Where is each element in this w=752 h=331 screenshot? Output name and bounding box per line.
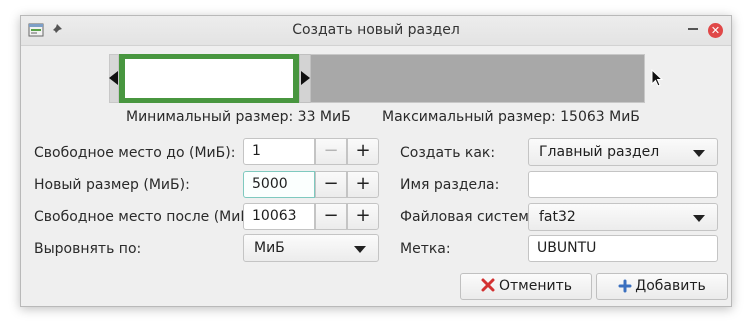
- new-partition-segment[interactable]: [119, 54, 299, 103]
- left-resize-handle-icon[interactable]: [109, 71, 118, 85]
- right-resize-handle-icon[interactable]: [301, 71, 310, 85]
- free-before-increment-button[interactable]: +: [347, 138, 379, 165]
- new-partition-fill: [125, 59, 293, 98]
- new-size-label: Новый размер (МиБ):: [34, 177, 190, 193]
- create-as-combobox[interactable]: Главный раздел: [528, 138, 718, 166]
- close-button[interactable]: ✕: [708, 23, 723, 38]
- close-icon: ✕: [710, 24, 721, 37]
- free-before-decrement-button[interactable]: −: [315, 138, 347, 165]
- partition-name-label: Имя раздела:: [400, 177, 500, 193]
- cancel-button-label: Отменить: [498, 278, 572, 294]
- filesystem-combobox[interactable]: fat32: [528, 203, 718, 231]
- create-as-label: Создать как:: [400, 145, 496, 161]
- free-after-label: Свободное место после (МиБ):: [34, 209, 261, 225]
- filesystem-label: Файловая система:: [400, 209, 543, 225]
- volume-label-input[interactable]: UBUNTU: [528, 235, 718, 262]
- free-after-input[interactable]: 10063: [243, 203, 315, 230]
- free-before-label: Свободное место до (МиБ):: [34, 145, 236, 161]
- mouse-cursor-icon: [651, 69, 663, 87]
- blue-plus-icon: [618, 279, 632, 293]
- partition-name-input[interactable]: [528, 171, 718, 198]
- add-button-label: Добавить: [635, 278, 706, 294]
- align-label: Выровнять по:: [34, 241, 142, 257]
- free-after-increment-button[interactable]: +: [347, 203, 379, 230]
- volume-label-label: Метка:: [400, 241, 451, 257]
- align-combobox-value: МиБ: [254, 240, 285, 256]
- create-partition-dialog: Создать новый раздел ✕ Минимальный разме…: [20, 15, 732, 307]
- chevron-down-icon: [693, 215, 705, 222]
- align-combobox[interactable]: МиБ: [243, 234, 379, 262]
- free-before-input[interactable]: 1: [243, 138, 315, 165]
- filesystem-combobox-value: fat32: [539, 209, 576, 225]
- new-size-input[interactable]: 5000: [243, 171, 315, 198]
- new-size-decrement-button[interactable]: −: [315, 171, 347, 198]
- min-size-label: Минимальный размер: 33 МиБ: [126, 109, 351, 125]
- free-after-decrement-button[interactable]: −: [315, 203, 347, 230]
- create-as-combobox-value: Главный раздел: [539, 144, 660, 160]
- cancel-button[interactable]: Отменить: [460, 273, 592, 300]
- red-x-icon: [481, 278, 495, 292]
- chevron-down-icon: [693, 150, 705, 157]
- new-size-increment-button[interactable]: +: [347, 171, 379, 198]
- max-size-label: Максимальный размер: 15063 МиБ: [382, 109, 640, 125]
- window-title: Создать новый раздел: [292, 22, 460, 38]
- title-bar[interactable]: Создать новый раздел ✕: [21, 16, 731, 46]
- minimize-icon: [688, 28, 698, 30]
- minimize-button[interactable]: [683, 21, 703, 39]
- add-button[interactable]: Добавить: [596, 273, 728, 300]
- chevron-down-icon: [354, 246, 366, 253]
